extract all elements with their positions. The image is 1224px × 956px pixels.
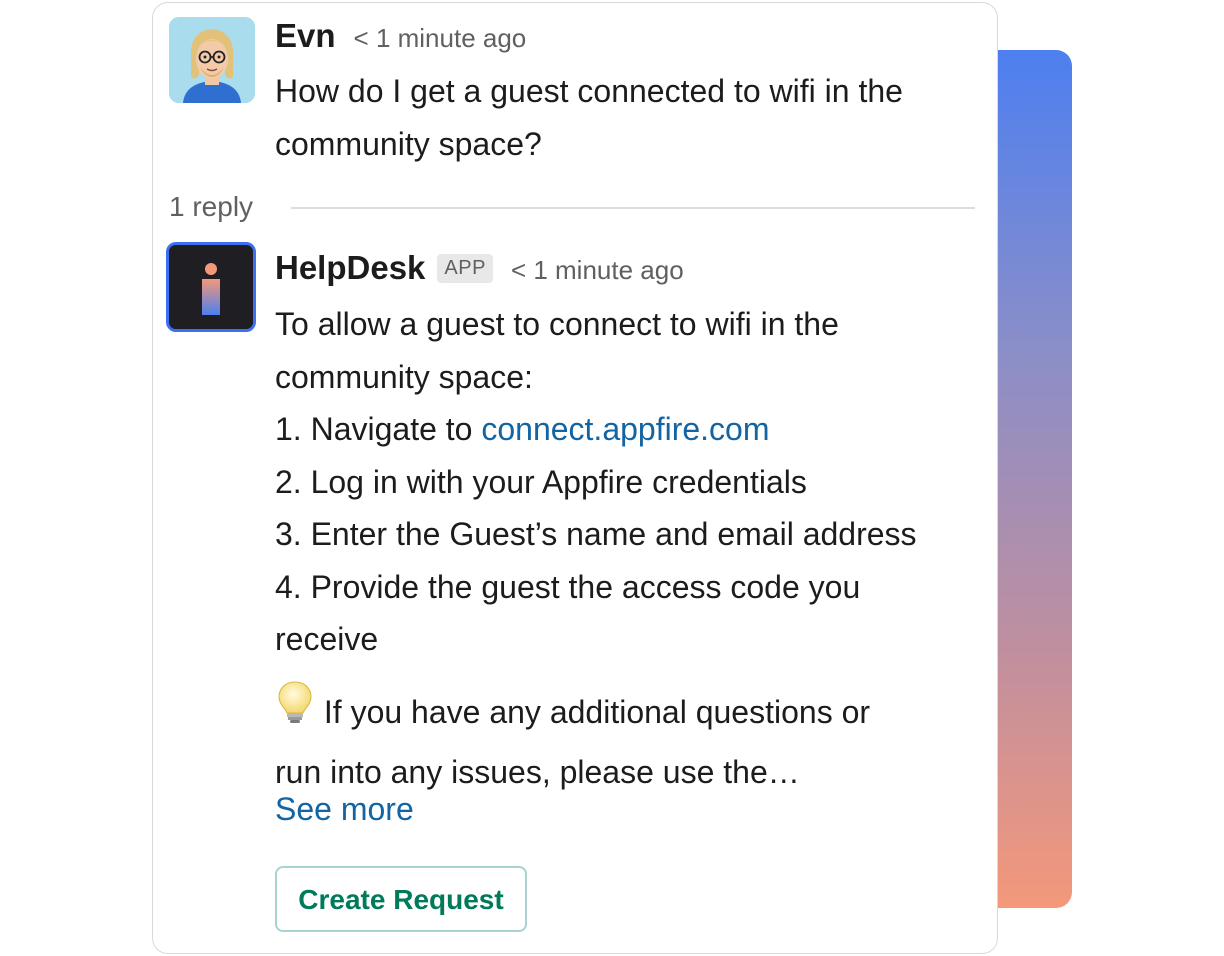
message-line: community space? bbox=[275, 125, 542, 162]
step-item: 1. Navigate to connect.appfire.com bbox=[275, 403, 995, 456]
message-line: To allow a guest to connect to wifi in t… bbox=[275, 306, 839, 342]
step-item: 2. Log in with your Appfire credentials bbox=[275, 463, 807, 500]
stage: Evn < 1 minute ago How do I get a guest c… bbox=[0, 0, 1224, 956]
step-item: 4. Provide the guest the access code you bbox=[275, 568, 861, 605]
parent-message-text: How do I get a guest connected to wifi i… bbox=[275, 65, 995, 170]
message-line: How do I get a guest connected to wifi i… bbox=[275, 73, 903, 109]
step-item: receive bbox=[275, 621, 379, 657]
sender-name[interactable]: HelpDesk bbox=[275, 249, 425, 286]
app-badge: APP bbox=[437, 254, 493, 283]
tip-text: If you have any additional questions or … bbox=[275, 681, 995, 798]
sender-name[interactable]: Evn bbox=[275, 17, 336, 54]
reply-divider-line bbox=[291, 207, 975, 209]
create-request-button[interactable]: Create Request bbox=[275, 866, 527, 932]
message-line: community space: bbox=[275, 358, 533, 395]
appfire-link[interactable]: connect.appfire.com bbox=[481, 411, 769, 447]
step-1-text: 1. Navigate to bbox=[275, 411, 482, 447]
message-line: If you have any additional questions or bbox=[275, 681, 995, 746]
parent-message-header: Evn < 1 minute ago bbox=[275, 17, 526, 55]
tip-line-1: If you have any additional questions or bbox=[315, 694, 871, 731]
lightbulb-icon bbox=[275, 681, 315, 746]
reply-separator: 1 reply bbox=[169, 185, 975, 235]
helpdesk-avatar[interactable] bbox=[166, 242, 256, 332]
reply-count[interactable]: 1 reply bbox=[169, 191, 253, 223]
user-avatar[interactable] bbox=[169, 17, 255, 103]
reply-message-header: HelpDesk APP < 1 minute ago bbox=[275, 249, 684, 288]
helpdesk-logo-icon bbox=[169, 245, 253, 329]
message-timestamp[interactable]: < 1 minute ago bbox=[354, 23, 527, 53]
reply-message-text: To allow a guest to connect to wifi in t… bbox=[275, 298, 995, 666]
see-more-link[interactable]: See more bbox=[275, 791, 414, 828]
thread-card: Evn < 1 minute ago How do I get a guest c… bbox=[152, 2, 998, 954]
step-item: 3. Enter the Guest’s name and email addr… bbox=[275, 516, 917, 552]
message-timestamp[interactable]: < 1 minute ago bbox=[511, 255, 684, 285]
user-avatar-illustration bbox=[169, 17, 255, 103]
